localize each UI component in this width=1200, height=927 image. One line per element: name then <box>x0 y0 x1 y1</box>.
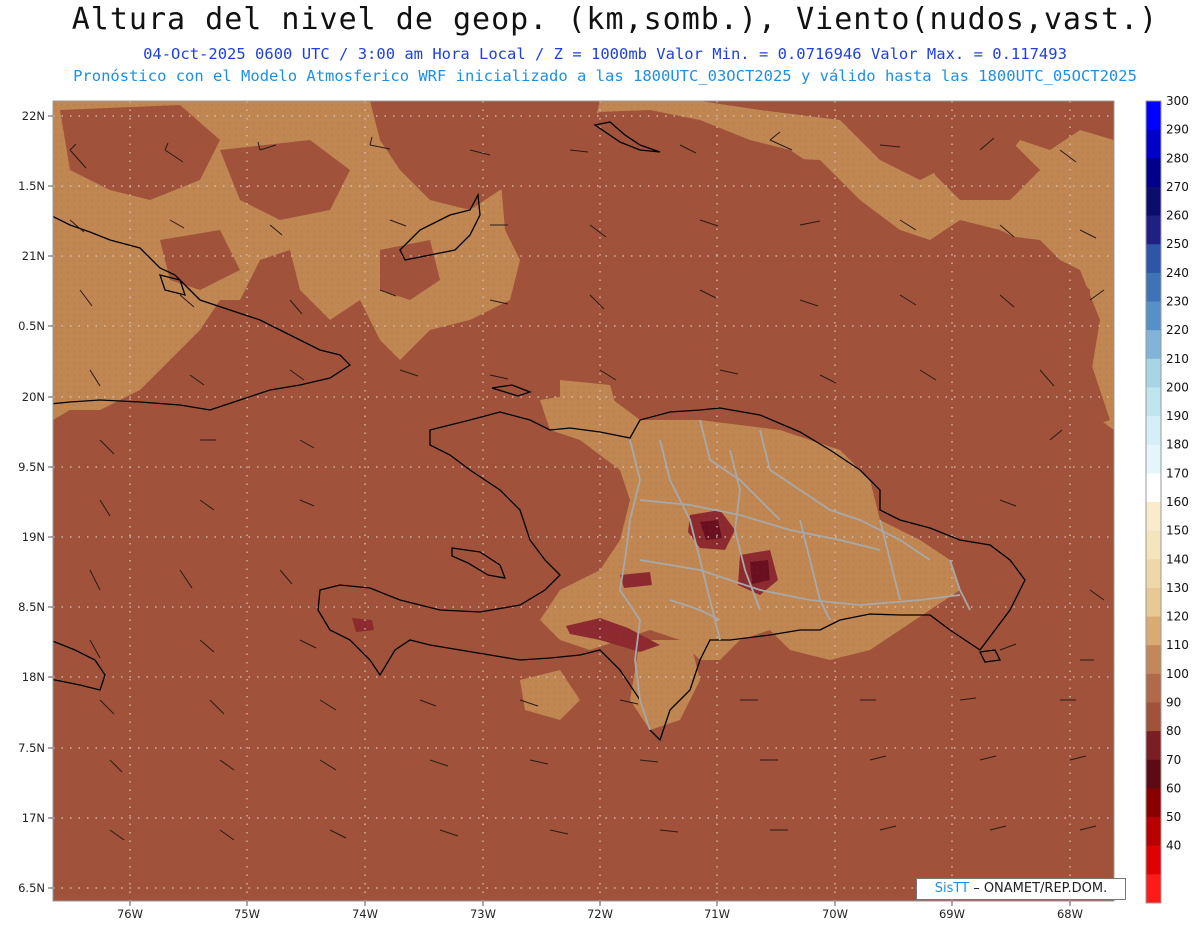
colorbar-label: 160 <box>1166 495 1189 509</box>
colorbar-swatch <box>1146 645 1161 675</box>
colorbar-label: 150 <box>1166 524 1189 538</box>
lon-label: 76W <box>117 907 143 921</box>
colorbar-label: 40 <box>1166 839 1181 853</box>
colorbar-swatch <box>1146 502 1161 532</box>
colorbar-label: 210 <box>1166 352 1189 366</box>
lat-label: 18N <box>22 670 45 684</box>
lon-label: 73W <box>470 907 496 921</box>
lat-label: 20N <box>22 390 45 404</box>
colorbar-label: 260 <box>1166 209 1189 223</box>
colorbar-label: 300 <box>1166 94 1189 108</box>
colorbar-label: 280 <box>1166 151 1189 165</box>
colorbar-swatch <box>1146 845 1161 875</box>
lon-label: 70W <box>822 907 848 921</box>
lat-label: 17N <box>22 811 45 825</box>
lat-label: 19N <box>22 530 45 544</box>
latitude-axis: 22N 1.5N 21N 0.5N 20N 9.5N 19N 8.5N 18N … <box>18 109 53 895</box>
colorbar-swatch <box>1146 358 1161 388</box>
colorbar-label: 190 <box>1166 409 1189 423</box>
colorbar-label: 80 <box>1166 724 1181 738</box>
colorbar-swatch <box>1146 101 1161 131</box>
colorbar-label: 230 <box>1166 295 1189 309</box>
colorbar-label: 250 <box>1166 237 1189 251</box>
credit-text: – ONAMET/REP.DOM. <box>969 881 1108 896</box>
colorbar-swatch <box>1146 874 1161 904</box>
colorbar-label: 130 <box>1166 581 1189 595</box>
shaded-field <box>53 101 1114 901</box>
lon-label: 69W <box>939 907 965 921</box>
lat-label: 6.5N <box>18 881 45 895</box>
colorbar-swatch <box>1146 530 1161 560</box>
colorbar-label: 290 <box>1166 123 1189 137</box>
colorbar-swatch <box>1146 559 1161 589</box>
colorbar-swatch <box>1146 330 1161 360</box>
colorbar-label: 110 <box>1166 638 1189 652</box>
colorbar-label: 240 <box>1166 266 1189 280</box>
lat-label: 0.5N <box>18 319 45 333</box>
colorbar-swatch <box>1146 387 1161 417</box>
lat-label: 7.5N <box>18 741 45 755</box>
colorbar-swatch <box>1146 587 1161 618</box>
map-figure: 22N 1.5N 21N 0.5N 20N 9.5N 19N 8.5N 18N … <box>18 94 1189 921</box>
lon-label: 72W <box>587 907 613 921</box>
colorbar-swatch <box>1146 301 1161 331</box>
lon-label: 68W <box>1057 907 1083 921</box>
lon-label: 74W <box>352 907 378 921</box>
colorbar-swatch <box>1146 702 1161 732</box>
colorbar-label: 170 <box>1166 466 1189 480</box>
colorbar: 300 290 280 270 260 250 240 230 220 210 200 190 180 1… <box>1145 94 1189 904</box>
colorbar-swatch <box>1146 272 1161 302</box>
lat-label: 8.5N <box>18 600 45 614</box>
colorbar-swatch <box>1146 616 1161 646</box>
lat-label: 21N <box>22 249 45 263</box>
colorbar-swatch <box>1146 788 1161 818</box>
longitude-axis: 76W 75W 74W 73W 72W 71W 70W 69W 68W <box>117 901 1083 921</box>
colorbar-label: 270 <box>1166 180 1189 194</box>
lat-label: 1.5N <box>18 179 45 193</box>
colorbar-swatch <box>1146 416 1161 446</box>
colorbar-label: 60 <box>1166 781 1181 795</box>
colorbar-label: 180 <box>1166 438 1189 452</box>
colorbar-swatch <box>1146 473 1161 503</box>
colorbar-label: 200 <box>1166 380 1189 394</box>
colorbar-swatch <box>1146 759 1161 789</box>
colorbar-swatch <box>1146 817 1161 847</box>
colorbar-swatch <box>1146 244 1161 274</box>
colorbar-swatch <box>1146 215 1161 245</box>
colorbar-swatch <box>1146 158 1161 188</box>
credit-box: SisTT – ONAMET/REP.DOM. <box>916 878 1126 900</box>
colorbar-label: 100 <box>1166 667 1189 681</box>
lon-label: 71W <box>704 907 730 921</box>
colorbar-label: 220 <box>1166 323 1189 337</box>
lon-label: 75W <box>234 907 260 921</box>
colorbar-label: 70 <box>1166 753 1181 767</box>
colorbar-label: 90 <box>1166 696 1181 710</box>
lat-label: 9.5N <box>18 460 45 474</box>
sistt-logo: SisTT <box>934 881 970 896</box>
colorbar-swatch <box>1146 129 1161 159</box>
colorbar-label: 120 <box>1166 610 1189 624</box>
colorbar-label: 140 <box>1166 552 1189 566</box>
colorbar-label: 50 <box>1166 810 1181 824</box>
lat-label: 22N <box>22 109 45 123</box>
colorbar-swatch <box>1146 731 1161 761</box>
colorbar-swatch <box>1146 444 1161 474</box>
colorbar-swatch <box>1146 186 1161 217</box>
colorbar-swatch <box>1146 673 1161 703</box>
